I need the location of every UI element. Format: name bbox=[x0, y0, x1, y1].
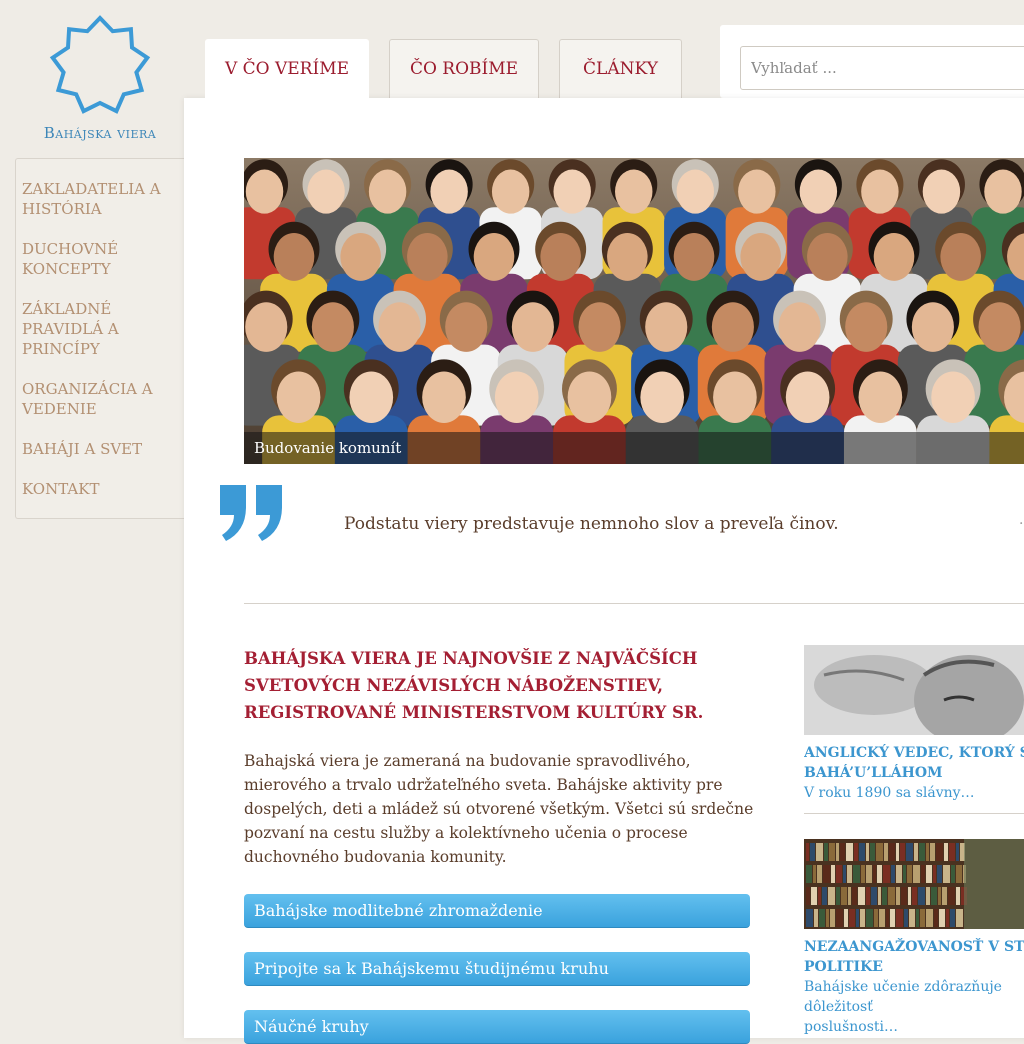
article-title[interactable]: ANGLICKÝ VEDEC, KTORÝ SA STRETOL S bbox=[804, 743, 1024, 763]
article-card[interactable]: ANGLICKÝ VEDEC, KTORÝ SA STRETOL S BAHÁ’… bbox=[804, 645, 1024, 814]
article-title[interactable]: NEZAANGAŽOVANOSŤ V STRANÍCKEJ bbox=[804, 937, 1024, 957]
article-card[interactable]: NEZAANGAŽOVANOSŤ V STRANÍCKEJ POLITIKE B… bbox=[804, 839, 1024, 1037]
article-title-line2[interactable]: POLITIKE bbox=[804, 957, 1024, 977]
sidebar-item-duchovne-koncepty[interactable]: DUCHOVNÉ KONCEPTY bbox=[16, 239, 185, 279]
sidebar-item-zakladatelia[interactable]: ZAKLADATELIA A HISTÓRIA bbox=[16, 179, 185, 219]
intro-headline: BAHÁJSKA VIERA JE NAJNOVŠIE Z NAJVÄČŠÍCH… bbox=[244, 649, 704, 722]
logo-text: Bahájska viera bbox=[43, 124, 157, 142]
article-thumbnail bbox=[804, 645, 1024, 735]
tab-label: V ČO VERÍME bbox=[224, 59, 350, 79]
tab-label: ČLÁNKY bbox=[583, 59, 658, 79]
divider bbox=[244, 603, 1024, 604]
sidebar-item-bahaji-a-svet[interactable]: BAHÁJI A SVET bbox=[16, 439, 185, 459]
article-thumbnail bbox=[804, 839, 1024, 929]
article-title-line2[interactable]: BAHÁ’U’LLÁHOM bbox=[804, 763, 1024, 783]
quote-text: Podstatu viery predstavuje nemnoho slov … bbox=[344, 514, 839, 534]
logo[interactable]: Bahájska viera bbox=[15, 10, 185, 142]
search-container bbox=[720, 25, 1024, 98]
tab-co-robime[interactable]: ČO ROBÍME bbox=[389, 39, 539, 101]
article-excerpt: Bahájske učenie zdôrazňuje dôležitosť po… bbox=[804, 979, 1002, 1035]
tab-v-co-verime[interactable]: V ČO VERÍME bbox=[205, 39, 369, 105]
sidebar-item-kontakt[interactable]: KONTAKT bbox=[16, 479, 185, 499]
sidebar-item-zakladne-pravidla[interactable]: ZÁKLADNÉ PRAVIDLÁ A PRINCÍPY bbox=[16, 299, 185, 359]
hero-image bbox=[244, 158, 1024, 464]
divider bbox=[804, 813, 1024, 814]
nine-pointed-star-icon bbox=[49, 15, 151, 114]
search-input[interactable] bbox=[740, 46, 1024, 90]
tab-clanky[interactable]: ČLÁNKY bbox=[559, 39, 682, 101]
quote-close-mark: · bbox=[1019, 516, 1024, 532]
button-studijny-kruh[interactable]: Pripojte sa k Bahájskemu študijnému kruh… bbox=[244, 952, 750, 986]
button-label: Pripojte sa k Bahájskemu študijnému kruh… bbox=[254, 959, 609, 978]
hero-caption: Budovanie komunít bbox=[244, 432, 1024, 464]
intro-body: Bahajská viera je zameraná na budovanie … bbox=[244, 752, 754, 866]
article-excerpt: V roku 1890 sa slávny… bbox=[804, 785, 975, 801]
main-content: Budovanie komunít Podstatu viery predsta… bbox=[184, 98, 1024, 1044]
button-naucne-kruhy[interactable]: Náučné kruhy bbox=[244, 1010, 750, 1044]
button-label: Náučné kruhy bbox=[254, 1017, 369, 1036]
sidebar-item-organizacia[interactable]: ORGANIZÁCIA A VEDENIE bbox=[16, 379, 185, 419]
button-label: Bahájske modlitebné zhromaždenie bbox=[254, 901, 543, 920]
tab-label: ČO ROBÍME bbox=[409, 59, 519, 79]
button-modlitebne-zhromazdenie[interactable]: Bahájske modlitebné zhromaždenie bbox=[244, 894, 750, 928]
sidebar-nav: ZAKLADATELIA A HISTÓRIA DUCHOVNÉ KONCEPT… bbox=[15, 158, 185, 519]
hero-slider[interactable]: Budovanie komunít bbox=[244, 158, 1024, 464]
quote-icon bbox=[220, 485, 282, 541]
